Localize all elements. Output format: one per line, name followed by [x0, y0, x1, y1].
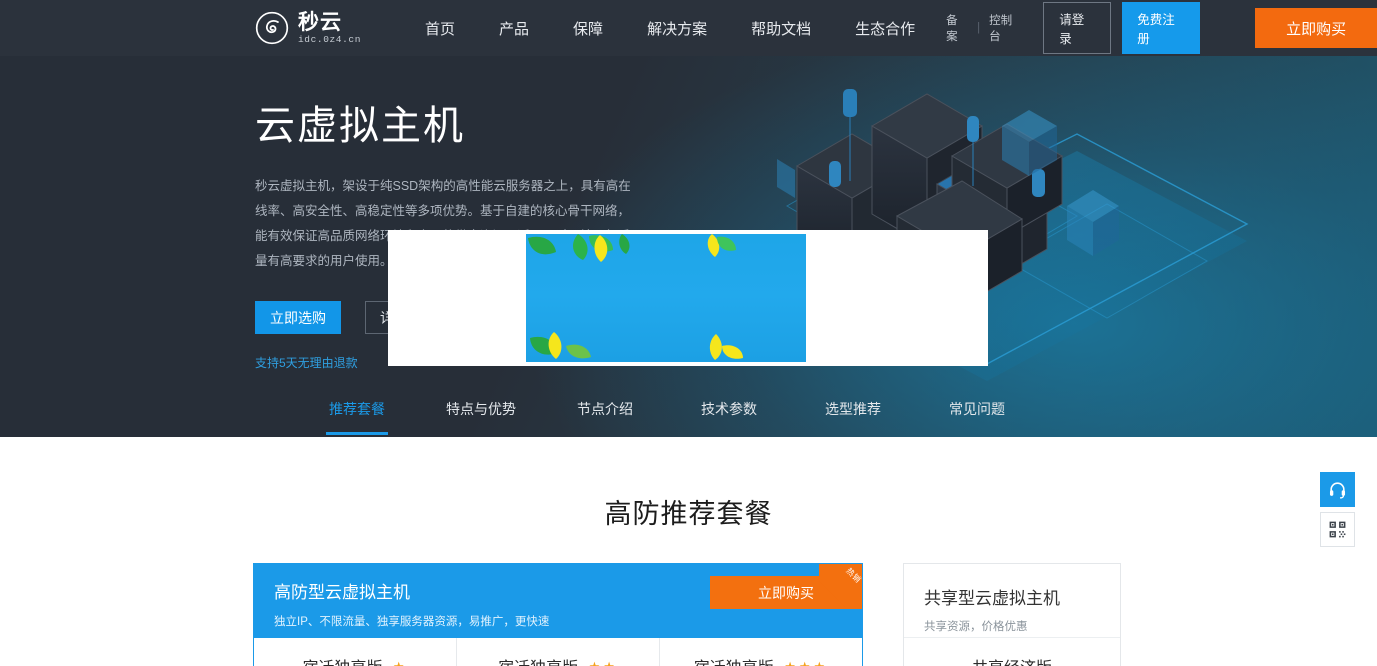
plan-column[interactable]: 宿迁独享版 ★	[254, 638, 457, 666]
nav-item-solutions[interactable]: 解决方案	[625, 18, 729, 39]
plan-column[interactable]: 宿迁独享版 ★★★	[660, 638, 862, 666]
header-actions: 备案 | 控制台 请登录 免费注册 立即购买	[937, 0, 1377, 56]
leaf-decoration	[526, 234, 806, 362]
plan-name: 共享经济版	[972, 654, 1052, 666]
nav-item-products[interactable]: 产品	[477, 18, 551, 39]
nav-item-ecosystem[interactable]: 生态合作	[833, 18, 937, 39]
header-buy-now-button[interactable]: 立即购买	[1255, 8, 1377, 48]
tab-tech-params[interactable]: 技术参数	[667, 386, 791, 419]
main-menu: 首页 产品 保障 解决方案 帮助文档 生态合作	[403, 18, 937, 39]
card-shared-host: 共享型云虚拟主机 共享资源，价格优惠 共享经济版	[903, 563, 1121, 666]
plan-name: 宿迁独享版	[302, 654, 382, 666]
register-button[interactable]: 免费注册	[1122, 2, 1200, 54]
section-tabs: 推荐套餐 特点与优势 节点介绍 技术参数 选型推荐 常见问题	[0, 386, 1377, 437]
spiral-logo-icon	[255, 11, 289, 45]
nav-item-help-docs[interactable]: 帮助文档	[729, 18, 833, 39]
card-plan-columns: 宿迁独享版 ★ 宿迁独享版 ★★ 宿迁独享版 ★★★	[254, 638, 862, 666]
login-button[interactable]: 请登录	[1043, 2, 1111, 54]
tab-model-selection[interactable]: 选型推荐	[791, 386, 915, 419]
card-title: 共享型云虚拟主机	[924, 584, 1120, 609]
popup-overlay[interactable]	[388, 230, 988, 366]
plan-name: 宿迁独享版	[694, 654, 774, 666]
card-subtitle: 共享资源，价格优惠	[924, 618, 1120, 634]
qr-code-button[interactable]	[1320, 512, 1355, 547]
plan-rating-stars: ★★★	[784, 659, 828, 666]
headset-icon	[1328, 480, 1347, 499]
promo-banner-image	[526, 234, 806, 362]
card-buy-now-button[interactable]: 立即购买	[710, 576, 862, 609]
tab-faq[interactable]: 常见问题	[915, 386, 1039, 419]
console-link[interactable]: 控制台	[980, 12, 1031, 44]
nav-item-guarantee[interactable]: 保障	[551, 18, 625, 39]
section-heading: 高防推荐套餐	[0, 492, 1377, 531]
package-cards: 高防型云虚拟主机 独立IP、不限流量、独享服务器资源，易推广，更快速 立即购买 …	[253, 563, 1121, 666]
logo-title: 秒云	[298, 12, 361, 33]
customer-service-button[interactable]	[1320, 472, 1355, 507]
icp-filing-link[interactable]: 备案	[937, 12, 977, 44]
logo-text-block: 秒云 idc.0z4.cn	[298, 12, 361, 45]
plan-column[interactable]: 共享经济版	[904, 638, 1120, 666]
card-header: 高防型云虚拟主机 独立IP、不限流量、独享服务器资源，易推广，更快速 立即购买 …	[254, 564, 862, 638]
plan-name: 宿迁独享版	[498, 654, 578, 666]
card-high-defense-host: 高防型云虚拟主机 独立IP、不限流量、独享服务器资源，易推广，更快速 立即购买 …	[253, 563, 863, 666]
tab-features-advantages[interactable]: 特点与优势	[419, 386, 543, 419]
qrcode-icon	[1328, 520, 1347, 539]
page-title: 云虚拟主机	[255, 104, 637, 148]
tab-recommended-packages[interactable]: 推荐套餐	[295, 386, 419, 419]
plan-rating-stars: ★	[393, 659, 408, 666]
hero-section: 云虚拟主机 秒云虚拟主机，架设于纯SSD架构的高性能云服务器之上，具有高在线率、…	[0, 0, 1377, 437]
site-logo[interactable]: 秒云 idc.0z4.cn	[255, 11, 361, 45]
page-root: 云虚拟主机 秒云虚拟主机，架设于纯SSD架构的高性能云服务器之上，具有高在线率、…	[0, 0, 1377, 666]
nav-item-home[interactable]: 首页	[403, 18, 477, 39]
card-subtitle: 独立IP、不限流量、独享服务器资源，易推广，更快速	[274, 613, 862, 629]
card-header: 共享型云虚拟主机 共享资源，价格优惠	[904, 564, 1120, 638]
tab-node-intro[interactable]: 节点介绍	[543, 386, 667, 419]
floating-action-column	[1320, 472, 1355, 547]
plan-rating-stars: ★★	[589, 659, 618, 666]
plan-column[interactable]: 宿迁独享版 ★★	[457, 638, 660, 666]
logo-subtitle: idc.0z4.cn	[298, 35, 361, 45]
top-navigation-bar: 秒云 idc.0z4.cn 首页 产品 保障 解决方案 帮助文档 生态合作 备案…	[0, 0, 1377, 56]
buy-now-button[interactable]: 立即选购	[255, 301, 341, 334]
